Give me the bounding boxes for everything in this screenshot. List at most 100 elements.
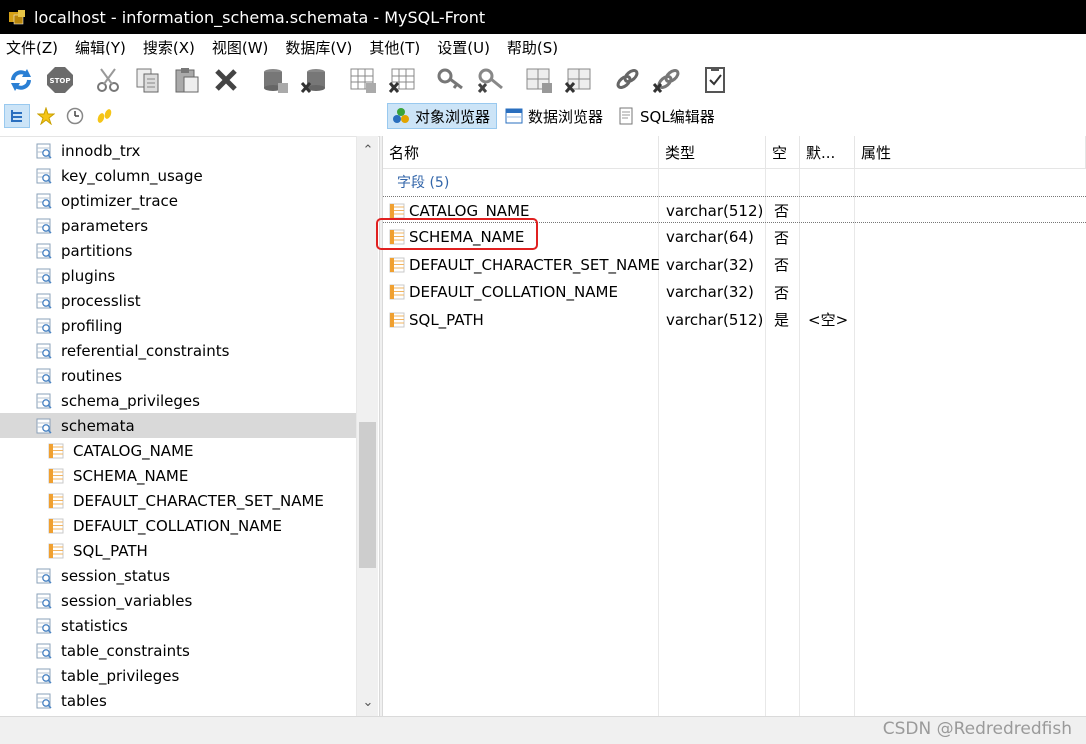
menu-database[interactable]: 数据库(V) [285, 37, 352, 58]
tab-sql-editor-label: SQL编辑器 [640, 107, 715, 126]
column-header-name[interactable]: 名称 [383, 136, 659, 169]
tree-item-table[interactable]: session_variables [0, 588, 356, 613]
table-icon [36, 593, 52, 609]
menu-search[interactable]: 搜索(X) [143, 37, 195, 58]
menu-settings[interactable]: 设置(U) [437, 37, 490, 58]
tree-view-icon[interactable] [4, 104, 30, 128]
favorites-icon[interactable] [33, 104, 59, 128]
menu-view[interactable]: 视图(W) [212, 37, 269, 58]
svg-text:STOP: STOP [50, 77, 71, 85]
paste-icon[interactable] [172, 65, 202, 95]
database-add-icon[interactable] [260, 65, 290, 95]
tree-item-field[interactable]: CATALOG_NAME [0, 438, 356, 463]
copy-icon[interactable] [133, 65, 163, 95]
tree-item-label: DEFAULT_CHARACTER_SET_NAME [73, 491, 324, 510]
table-icon [36, 693, 52, 709]
object-browser-icon [393, 108, 409, 123]
tree-scrollbar[interactable]: ⌃ ⌄ [356, 136, 378, 716]
table-add-icon[interactable] [348, 65, 378, 95]
tree-item-label: SQL_PATH [73, 541, 148, 560]
tree-item-table[interactable]: schemata [0, 413, 356, 438]
column-header-attributes[interactable]: 属性 [855, 136, 1086, 169]
tree-item-field[interactable]: DEFAULT_COLLATION_NAME [0, 513, 356, 538]
database-delete-icon[interactable] [299, 65, 329, 95]
tree-item-table[interactable]: profiling [0, 313, 356, 338]
menu-other[interactable]: 其他(T) [369, 37, 420, 58]
grid-row[interactable]: SQL_PATH varchar(512) 是 <空> [383, 306, 1086, 333]
tree-item-label: SCHEMA_NAME [73, 466, 189, 485]
history-icon[interactable] [62, 104, 88, 128]
grid-add-icon[interactable] [524, 65, 554, 95]
tree-item-table[interactable]: referential_constraints [0, 338, 356, 363]
tree-item-table[interactable]: parameters [0, 213, 356, 238]
tree-item-label: routines [61, 366, 123, 385]
column-header-null[interactable]: 空 [766, 136, 800, 169]
footprints-icon[interactable] [91, 104, 117, 128]
tree-item-table[interactable]: innodb_trx [0, 138, 356, 163]
tree-item-table[interactable]: partitions [0, 238, 356, 263]
tree-item-table[interactable]: session_status [0, 563, 356, 588]
cut-icon[interactable] [94, 65, 124, 95]
tree-item-label: innodb_trx [61, 141, 141, 160]
table-icon [36, 393, 52, 409]
tree-item-label: statistics [61, 616, 128, 635]
stop-icon[interactable]: STOP [45, 65, 75, 95]
cell-type: varchar(512) [666, 201, 764, 220]
tree-item-table[interactable]: key_column_usage [0, 163, 356, 188]
tab-object-browser[interactable]: 对象浏览器 [387, 103, 498, 129]
link-delete-icon[interactable] [651, 65, 681, 95]
table-icon [36, 268, 52, 284]
tree-item-table[interactable]: tables [0, 688, 356, 713]
toolbar: STOP [0, 60, 1086, 100]
field-icon [48, 493, 64, 509]
refresh-icon[interactable] [6, 65, 36, 95]
field-icon [389, 203, 405, 219]
tree-item-label: table_privileges [61, 666, 180, 685]
scroll-up-icon[interactable]: ⌃ [357, 138, 379, 162]
key-delete-icon[interactable] [475, 65, 505, 95]
field-icon [389, 284, 405, 300]
sql-editor-icon [619, 107, 633, 125]
tab-sql-editor[interactable]: SQL编辑器 [613, 103, 721, 129]
tab-data-browser[interactable]: 数据浏览器 [501, 103, 609, 129]
grid-row[interactable]: DEFAULT_CHARACTER_SET_NAME varchar(32) 否 [383, 251, 1086, 278]
checklist-icon[interactable] [700, 65, 730, 95]
tree-item-label: table_constraints [61, 641, 190, 660]
field-icon [389, 257, 405, 273]
column-header-type[interactable]: 类型 [659, 136, 766, 169]
tree-item-label: tables [61, 691, 107, 710]
tree-item-table[interactable]: routines [0, 363, 356, 388]
scroll-down-icon[interactable]: ⌄ [357, 690, 379, 714]
menu-help[interactable]: 帮助(S) [507, 37, 558, 58]
table-icon [36, 318, 52, 334]
grid-delete-icon[interactable] [563, 65, 593, 95]
navigator-tree: innodb_trx key_column_usage optimizer_trac… [0, 136, 379, 716]
tree-item-table[interactable]: table_privileges [0, 663, 356, 688]
tree-item-table[interactable]: table_constraints [0, 638, 356, 663]
menu-bar: 文件(Z) 编辑(Y) 搜索(X) 视图(W) 数据库(V) 其他(T) 设置(… [0, 34, 1086, 60]
tree-item-table[interactable]: statistics [0, 613, 356, 638]
tree-item-table[interactable]: plugins [0, 263, 356, 288]
delete-icon[interactable] [211, 65, 241, 95]
grid-row[interactable]: DEFAULT_COLLATION_NAME varchar(32) 否 [383, 279, 1086, 306]
key-add-icon[interactable] [436, 65, 466, 95]
field-icon [48, 443, 64, 459]
table-delete-icon[interactable] [387, 65, 417, 95]
cell-null: 是 [774, 311, 790, 329]
column-header-default[interactable]: 默... [800, 136, 855, 169]
tree-item-field[interactable]: DEFAULT_CHARACTER_SET_NAME [0, 488, 356, 513]
cell-type: varchar(32) [666, 283, 754, 301]
tree-item-field[interactable]: SCHEMA_NAME [0, 463, 356, 488]
menu-file[interactable]: 文件(Z) [6, 37, 58, 58]
link-add-icon[interactable] [612, 65, 642, 95]
table-icon [36, 643, 52, 659]
tree-item-field[interactable]: SQL_PATH [0, 538, 356, 563]
scroll-thumb[interactable] [359, 422, 376, 568]
tree-item-label: profiling [61, 316, 123, 335]
group-label-fields[interactable]: 字段 (5) [397, 172, 449, 192]
tree-item-table[interactable]: optimizer_trace [0, 188, 356, 213]
tree-item-table[interactable]: schema_privileges [0, 388, 356, 413]
tree-item-table[interactable]: processlist [0, 288, 356, 313]
menu-edit[interactable]: 编辑(Y) [75, 37, 126, 58]
tree-item-label: CATALOG_NAME [73, 441, 194, 460]
